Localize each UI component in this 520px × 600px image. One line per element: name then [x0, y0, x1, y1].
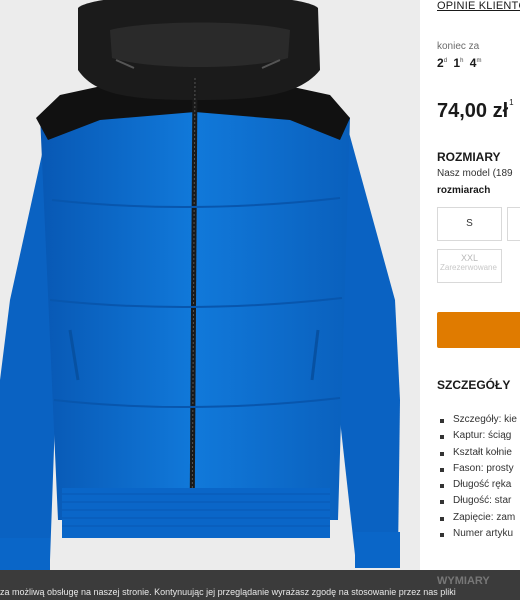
countdown-days: 2	[437, 56, 444, 70]
product-image[interactable]	[0, 0, 420, 600]
cookie-consent-bar: WYMIARY za możliwą obsługę na naszej str…	[0, 570, 520, 600]
model-size-note-bold: rozmiarach	[437, 185, 491, 196]
dimensions-heading: WYMIARY	[437, 575, 490, 587]
bullet-icon	[440, 451, 444, 456]
customer-reviews-link[interactable]: OPINIE KLIENTÓ	[437, 0, 520, 12]
price-amount: 74,00 zł	[437, 100, 509, 122]
details-list: Szczegóły: kie Kaptur: ściąg Kształt koł…	[437, 412, 517, 542]
add-to-cart-button[interactable]	[437, 312, 520, 348]
model-size-note: Nasz model (189	[437, 168, 513, 179]
countdown-minutes-unit: m	[476, 58, 482, 64]
sizes-heading: ROZMIARY	[437, 150, 501, 164]
countdown-days-unit: d	[443, 58, 448, 64]
size-option-xxl[interactable]: XXL Zarezerwowane	[437, 249, 502, 283]
countdown-hours-unit: h	[460, 58, 464, 64]
size-option-label: XXL	[460, 253, 478, 263]
product-info-panel: OPINIE KLIENTÓ koniec za 2d 1h 4m 74,00 …	[437, 0, 520, 600]
details-item: Numer artyku	[437, 526, 517, 542]
promo-countdown: 2d 1h 4m	[437, 56, 484, 70]
cookie-consent-text: za możliwą obsługę na naszej stronie. Ko…	[0, 587, 456, 597]
price-footnote-marker[interactable]: 1	[509, 98, 513, 107]
size-option-next[interactable]	[507, 207, 520, 241]
details-item: Kształt kołnie	[437, 445, 517, 461]
product-price: 74,00 zł1	[437, 98, 514, 123]
promo-timer-label: koniec za	[437, 41, 480, 52]
size-option-s[interactable]: S	[437, 207, 502, 241]
bullet-icon	[440, 500, 444, 505]
bullet-icon	[440, 484, 444, 489]
bullet-icon	[440, 419, 444, 423]
details-item: Zapięcie: zam	[437, 510, 517, 526]
details-item: Fason: prosty	[437, 461, 517, 477]
bullet-icon	[440, 467, 444, 472]
details-item: Kaptur: ściąg	[437, 428, 517, 444]
bullet-icon	[440, 533, 444, 538]
bullet-icon	[440, 516, 444, 521]
details-item: Długość: star	[437, 493, 517, 509]
details-item: Szczegóły: kie	[437, 412, 517, 428]
details-item: Długość ręka	[437, 477, 517, 493]
details-heading: SZCZEGÓŁY	[437, 378, 511, 392]
size-reserved-status: Zarezerwowane	[440, 263, 497, 272]
bullet-icon	[440, 435, 444, 440]
